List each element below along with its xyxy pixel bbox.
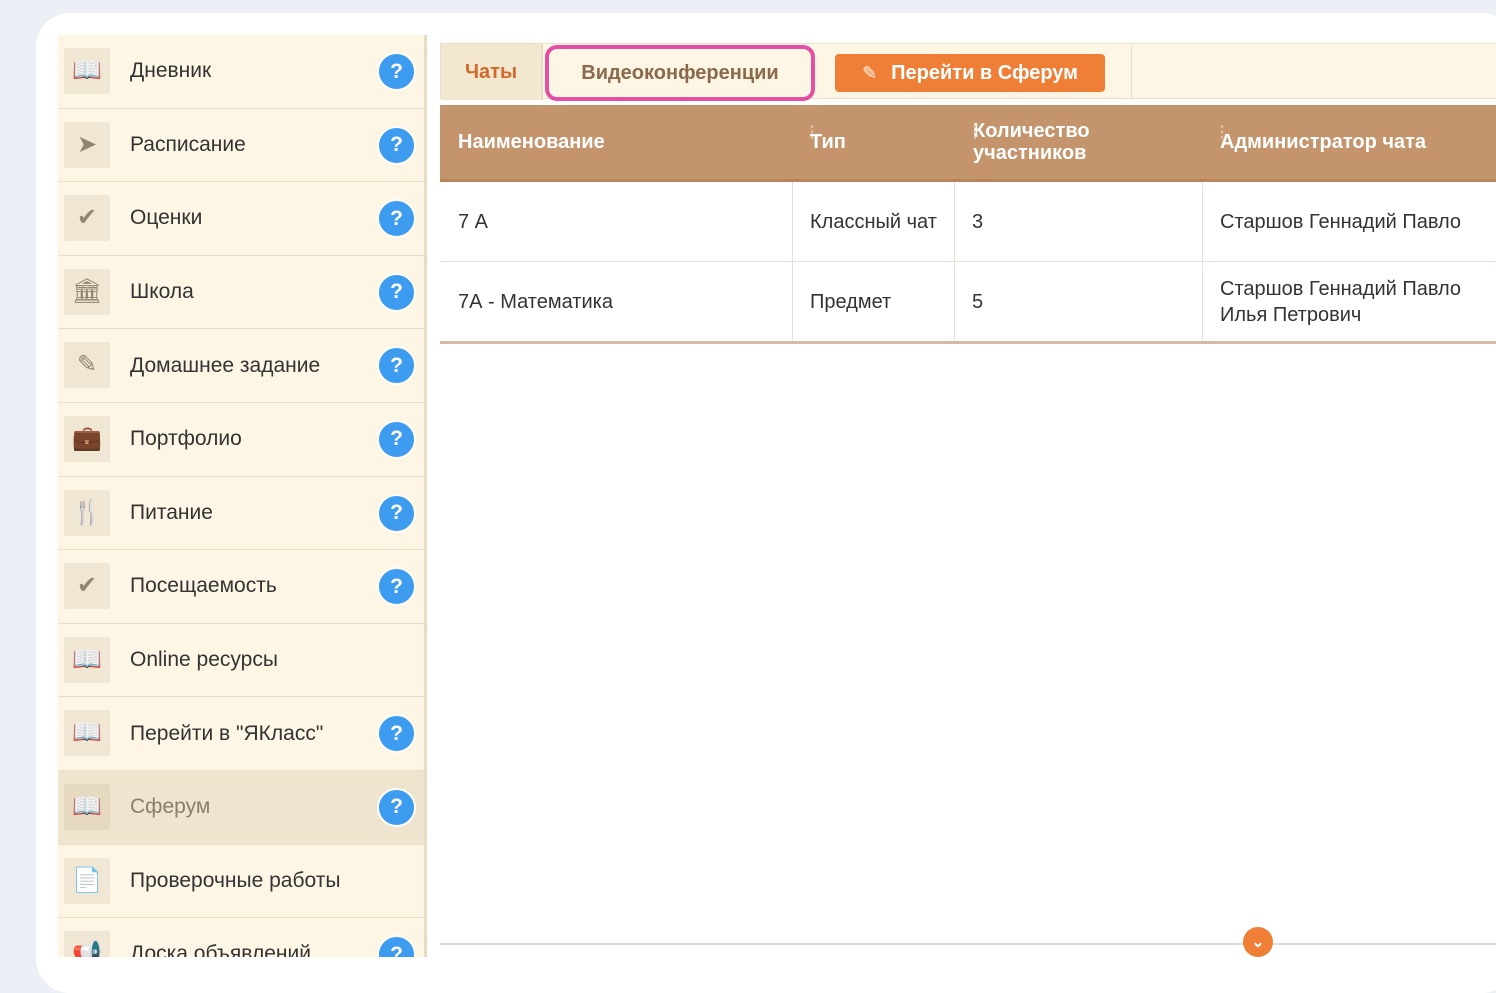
book-icon: 📖 xyxy=(64,710,110,757)
sidebar-item-online-resources[interactable]: 📖 Online ресурсы xyxy=(58,624,424,698)
column-resize-handle[interactable]: ⋮ xyxy=(1214,125,1230,141)
divider xyxy=(440,943,1496,945)
sidebar-item-label: Online ресурсы xyxy=(130,648,278,672)
go-to-sferum-label: Перейти в Сферум xyxy=(891,61,1078,84)
tab-chats[interactable]: Чаты xyxy=(441,44,543,100)
table-header: Наименование ⋮ Тип ⋮ Количество участник… xyxy=(440,105,1496,182)
help-icon[interactable]: ? xyxy=(377,199,416,239)
sidebar-item-yaklass[interactable]: 📖 Перейти в "ЯКласс" ? xyxy=(58,697,424,771)
sidebar-item-label: Сферум xyxy=(130,795,211,819)
column-header-label: Количество участников xyxy=(973,120,1090,164)
go-to-sferum-button[interactable]: ✎ Перейти в Сферум xyxy=(835,54,1105,92)
cell-participants: 3 xyxy=(972,210,984,233)
sidebar-item-label: Посещаемость xyxy=(130,574,277,598)
chats-table: Наименование ⋮ Тип ⋮ Количество участник… xyxy=(440,105,1496,344)
tab-videoconferences[interactable]: Видеоконференции xyxy=(545,45,815,101)
sidebar-item-label: Доска объявлений xyxy=(130,942,311,957)
sidebar-item-label: Школа xyxy=(130,280,194,304)
column-header-type[interactable]: ⋮ Тип xyxy=(804,105,846,179)
checkmark-icon: ✔ xyxy=(64,563,110,610)
sidebar-item-sferum[interactable]: 📖 Сферум ? xyxy=(58,770,424,845)
cell-type: Классный чат xyxy=(810,210,937,233)
column-header-name[interactable]: Наименование xyxy=(458,105,605,179)
sidebar-item-label: Дневник xyxy=(130,59,212,83)
column-header-label: Администратор чата xyxy=(1220,130,1427,153)
divider xyxy=(1131,44,1132,100)
cell-admin: Старшов Геннадий Павло xyxy=(1220,210,1462,233)
sidebar-item-label: Проверочные работы xyxy=(130,868,341,892)
help-icon[interactable]: ? xyxy=(377,714,416,754)
column-resize-handle[interactable]: ⋮ xyxy=(804,125,820,141)
help-icon[interactable]: ? xyxy=(377,493,416,533)
sidebar-item-announcements[interactable]: 📢 Доска объявлений ? xyxy=(58,918,424,957)
help-icon[interactable]: ? xyxy=(377,125,416,165)
sidebar-item-school[interactable]: 🏛 Школа ? xyxy=(58,256,424,330)
sidebar-item-homework[interactable]: ✎ Домашнее задание ? xyxy=(58,329,424,403)
sidebar-item-attendance[interactable]: ✔ Посещаемость ? xyxy=(58,550,424,624)
board-icon: ✎ xyxy=(64,342,110,389)
cell-name: 7А - Математика xyxy=(458,290,613,313)
help-icon[interactable]: ? xyxy=(377,52,416,91)
column-header-participants[interactable]: ⋮ Количество участников xyxy=(967,105,1133,179)
help-icon[interactable]: ? xyxy=(377,419,416,459)
book-icon: 📖 xyxy=(64,783,110,830)
sidebar-item-schedule[interactable]: ➤ Расписание ? xyxy=(58,109,424,183)
help-icon[interactable]: ? xyxy=(377,567,416,607)
megaphone-icon: 📢 xyxy=(64,931,110,957)
sidebar-item-grades[interactable]: ✔ Оценки ? xyxy=(58,182,424,256)
column-header-admin[interactable]: ⋮ Администратор чата xyxy=(1214,105,1427,179)
sidebar-item-label: Перейти в "ЯКласс" xyxy=(130,721,324,745)
column-header-label: Наименование xyxy=(458,130,605,153)
sidebar: 📖 Дневник ? ➤ Расписание ? ✔ Оценки ? 🏛 … xyxy=(58,35,427,957)
app-viewport: 📖 Дневник ? ➤ Расписание ? ✔ Оценки ? 🏛 … xyxy=(58,35,1496,957)
help-icon[interactable]: ? xyxy=(377,272,416,312)
cell-name: 7 А xyxy=(458,210,489,233)
column-resize-handle[interactable]: ⋮ xyxy=(967,125,983,141)
sidebar-item-diary[interactable]: 📖 Дневник ? xyxy=(58,35,424,109)
cell-admin: Старшов Геннадий Павло Илья Петрович xyxy=(1220,277,1462,326)
main-content: Чаты Видеоконференции ✎ Перейти в Сферум… xyxy=(440,35,1496,957)
cell-participants: 5 xyxy=(972,290,984,313)
table-row[interactable]: 7А - Математика Предмет 5 Старшов Геннад… xyxy=(440,262,1496,344)
sidebar-item-label: Питание xyxy=(130,500,213,524)
pencil-icon: ✎ xyxy=(862,62,878,83)
document-icon: 📄 xyxy=(64,857,110,904)
help-icon[interactable]: ? xyxy=(377,935,416,957)
school-building-icon: 🏛 xyxy=(64,268,110,315)
checkmark-icon: ✔ xyxy=(64,195,110,242)
help-icon[interactable]: ? xyxy=(377,346,416,386)
sidebar-item-portfolio[interactable]: 💼 Портфолио ? xyxy=(58,403,424,477)
table-row[interactable]: 7 А Классный чат 3 Старшов Геннадий Павл… xyxy=(440,182,1496,262)
book-icon: 📖 xyxy=(64,48,110,94)
help-icon[interactable]: ? xyxy=(377,787,416,827)
sidebar-item-label: Портфолио xyxy=(130,427,242,451)
book-icon: 📖 xyxy=(64,636,110,683)
sidebar-item-tests[interactable]: 📄 Проверочные работы xyxy=(58,845,424,919)
sidebar-item-label: Расписание xyxy=(130,132,246,156)
chevron-down-icon[interactable]: ⌄ xyxy=(1243,927,1273,957)
cell-type: Предмет xyxy=(810,290,892,313)
fork-knife-icon: 🍴 xyxy=(64,489,110,536)
sidebar-item-label: Оценки xyxy=(130,206,203,230)
paper-plane-icon: ➤ xyxy=(64,121,110,168)
tab-bar: Чаты Видеоконференции ✎ Перейти в Сферум xyxy=(440,43,1496,101)
sidebar-item-label: Домашнее задание xyxy=(130,353,321,377)
briefcase-icon: 💼 xyxy=(64,415,110,462)
sidebar-item-meals[interactable]: 🍴 Питание ? xyxy=(58,477,424,551)
